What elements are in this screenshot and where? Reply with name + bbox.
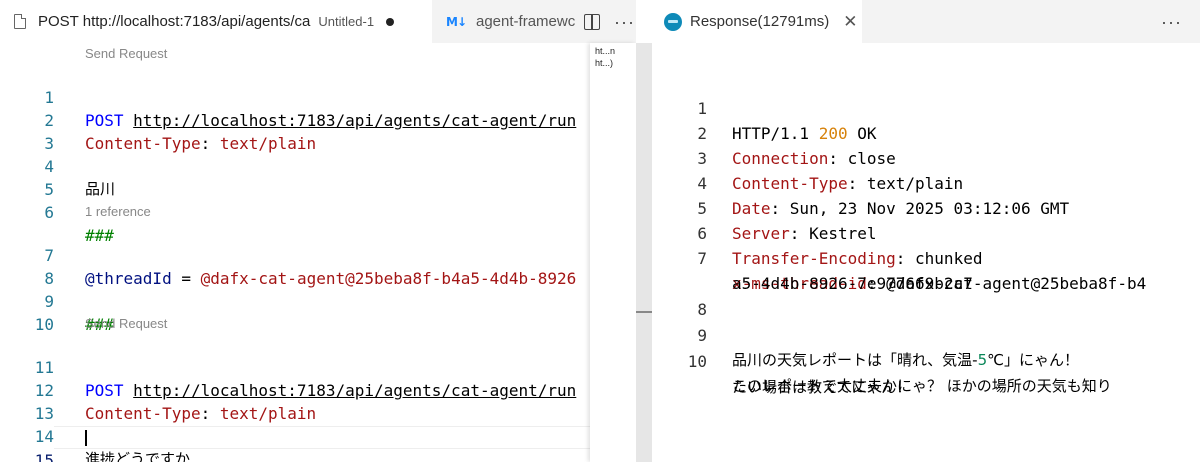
tab-agent-framework[interactable]: M↓ agent-framewc bbox=[432, 0, 576, 43]
file-icon bbox=[14, 14, 26, 29]
header-value: Sun, 23 Nov 2025 03:12:06 GMT bbox=[789, 199, 1070, 218]
code-lens-send-request[interactable]: Send Request bbox=[85, 315, 167, 333]
editor-pane: POST http://localhost:7183/api/agents/ca… bbox=[0, 0, 636, 462]
code-editor[interactable]: Send Request 1 POST http://localhost:718… bbox=[0, 43, 590, 462]
response-line: 9 品川の天気レポートは「晴れ、気温-5℃」にゃん！ bbox=[652, 298, 1079, 369]
response-line-wrap: a5-4d4b-8926-7e977669b2c7 bbox=[652, 246, 973, 293]
response-line: 1 HTTP/1.1 200 OK bbox=[652, 71, 876, 143]
tab-response[interactable]: Response(12791ms) ✕ bbox=[652, 0, 862, 43]
header-name: Content-Type bbox=[732, 174, 848, 193]
tab-title: agent-framewc bbox=[476, 13, 576, 30]
header-name: Date bbox=[732, 199, 771, 218]
line-number: 15 bbox=[34, 451, 54, 462]
response-line: 6 Transfer-Encoding: chunked bbox=[652, 196, 982, 268]
code-line: 9 ### bbox=[0, 267, 590, 334]
response-body: 1 HTTP/1.1 200 OK 2 Connection: close 3 … bbox=[652, 43, 1200, 462]
response-line: 3 Content-Type: text/plain bbox=[652, 121, 963, 193]
code-line: 13 bbox=[0, 379, 590, 423]
rest-client-icon bbox=[664, 12, 682, 31]
response-line: 2 Connection: close bbox=[652, 96, 895, 168]
more-actions-icon[interactable]: ··· bbox=[614, 13, 635, 31]
response-line: 5 Server: Kestrel bbox=[652, 171, 876, 243]
response-line: 7 x-ms-thread-id: @dafx-cat-agent@25beba… bbox=[652, 221, 1146, 293]
code-line: 7 @threadId = @dafx-cat-agent@25beba8f-b… bbox=[0, 221, 590, 288]
tab-untitled-1[interactable]: POST http://localhost:7183/api/agents/ca… bbox=[0, 0, 432, 43]
code-line: 5 bbox=[0, 155, 590, 199]
editor-tab-bar: POST http://localhost:7183/api/agents/ca… bbox=[0, 0, 636, 43]
minimap[interactable]: ht...n ht...) bbox=[590, 43, 636, 462]
request-body: 進捗どうですか bbox=[85, 450, 191, 462]
code-line: 12 Content-Type: text/plain bbox=[0, 356, 590, 423]
header-name: Server bbox=[732, 224, 790, 243]
code-line: 4 品川 bbox=[0, 132, 590, 198]
scrollbar-marker bbox=[636, 311, 652, 313]
response-pane: Response(12791ms) ✕ ··· 1 HTTP/1.1 200 O… bbox=[652, 0, 1200, 462]
markdown-icon: M↓ bbox=[446, 14, 467, 29]
code-line: 1 POST http://localhost:7183/api/agents/… bbox=[0, 63, 590, 130]
close-icon[interactable]: ✕ bbox=[843, 12, 857, 32]
text-cursor bbox=[85, 430, 87, 446]
code-line: 10 bbox=[0, 290, 590, 334]
code-line: 2 Content-Type: text/plain bbox=[0, 86, 590, 153]
response-tab-bar: Response(12791ms) ✕ ··· bbox=[652, 0, 1200, 43]
response-line-wrap: たい場合は教えてにゃん！ bbox=[652, 350, 911, 396]
header-value: chunked bbox=[915, 249, 983, 268]
editor-actions: ··· bbox=[576, 0, 636, 43]
more-actions-icon[interactable]: ··· bbox=[1161, 12, 1182, 33]
header-value-continued: a5-4d4b-8926-7e977669b2c7 bbox=[732, 274, 973, 293]
response-line: 8 bbox=[652, 272, 710, 319]
tab-title: POST http://localhost:7183/api/agents/ca bbox=[38, 13, 311, 30]
header-name: Transfer-Encoding bbox=[732, 249, 896, 268]
code-lens-send-request[interactable]: Send Request bbox=[85, 45, 167, 63]
response-line: 4 Date: Sun, 23 Nov 2025 03:12:06 GMT bbox=[652, 146, 1069, 218]
status-code: 200 bbox=[818, 124, 848, 143]
code-line: 8 bbox=[0, 244, 590, 288]
unsaved-dot-icon[interactable] bbox=[386, 17, 395, 26]
split-editor-icon[interactable] bbox=[584, 13, 600, 30]
header-value: text/plain bbox=[866, 174, 964, 193]
minimap-text: ht...n bbox=[595, 46, 616, 56]
tab-description: Untitled-1 bbox=[318, 14, 375, 29]
response-line: 10 このレポートで大丈夫かにゃ？ ほかの場所の天気も知り bbox=[652, 324, 1112, 395]
header-name: Connection bbox=[732, 149, 829, 168]
temperature-value: 5 bbox=[977, 351, 988, 369]
code-line: 6 ### bbox=[0, 178, 590, 245]
code-line: 3 bbox=[0, 109, 590, 153]
editor-scrollbar[interactable] bbox=[636, 43, 652, 462]
tab-title: Response(12791ms) bbox=[690, 13, 830, 30]
code-line: 14 進捗どうですか bbox=[0, 402, 590, 462]
code-line: 11 POST http://localhost:7183/api/agents… bbox=[0, 333, 590, 400]
response-text-continued: たい場合は教えてにゃん！ bbox=[732, 378, 912, 396]
code-line: 15 bbox=[0, 426, 590, 462]
minimap-text: ht...) bbox=[595, 58, 614, 68]
code-lens-reference[interactable]: 1 reference bbox=[85, 203, 151, 221]
response-text: 品川の天気レポートは「晴れ、気温- bbox=[732, 351, 978, 369]
header-value: close bbox=[847, 149, 896, 168]
header-value: Kestrel bbox=[809, 224, 877, 243]
